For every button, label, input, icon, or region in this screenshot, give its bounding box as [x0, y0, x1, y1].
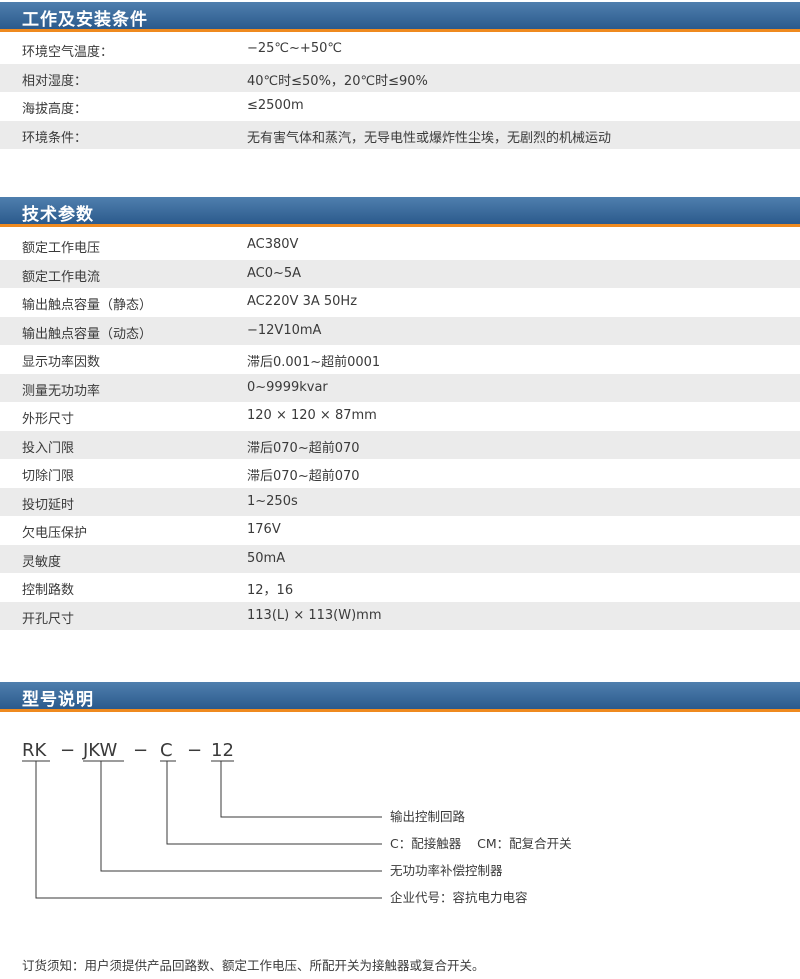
code-separator: −: [133, 740, 148, 761]
code-part-12: 12: [211, 740, 234, 761]
param-label: 海拔高度：: [22, 102, 88, 117]
table-row: 控制路数 12，16: [0, 573, 800, 602]
tech-table: 额定工作电压 AC380V 额定工作电流 AC0~5A 输出触点容量（静态） A…: [0, 231, 800, 630]
param-value: 113(L) × 113(W)mm: [247, 607, 382, 623]
table-row: 显示功率因数 滞后0.001~超前0001: [0, 345, 800, 374]
param-label: 环境条件：: [22, 130, 88, 146]
table-row: 测量无功功率 0~9999kvar: [0, 373, 800, 402]
param-value: ≤2500m: [247, 98, 304, 113]
param-label: 额定工作电压: [22, 241, 101, 256]
param-label: 相对湿度：: [22, 73, 88, 89]
leader-line-switch: [166, 761, 382, 845]
annotation-company-code: 企业代号：容抗电力电容: [390, 890, 528, 905]
table-row: 外形尺寸 120 × 120 × 87mm: [0, 402, 800, 431]
leader-line-company: [35, 761, 382, 899]
table-row: 投入门限 滞后070~超前070: [0, 430, 800, 459]
code-part-jkw: JKW: [82, 740, 117, 761]
param-label: 开孔尺寸: [22, 611, 75, 627]
param-value: 1~250s: [247, 493, 298, 509]
param-value: AC0~5A: [247, 265, 302, 281]
section-title-env: 工作及安装条件: [22, 10, 148, 30]
section-header-env: 工作及安装条件: [0, 2, 800, 32]
section-title-tech: 技术参数: [22, 205, 94, 225]
table-row: 切除门限 滞后070~超前070: [0, 459, 800, 488]
param-label: 输出触点容量（静态）: [22, 298, 153, 313]
param-value: 176V: [247, 522, 281, 537]
table-row: 环境条件： 无有害气体和蒸汽，无导电性或爆炸性尘埃，无剧烈的机械运动: [0, 120, 800, 149]
param-label: 外形尺寸: [22, 412, 75, 427]
table-row: 欠电压保护 176V: [0, 516, 800, 545]
param-value: 50mA: [247, 550, 286, 566]
table-row: 灵敏度 50mA: [0, 544, 800, 573]
param-value: −25℃~+50℃: [247, 41, 342, 56]
annotation-switch-type: C：配接触器 CM：配复合开关: [390, 836, 572, 851]
table-row: 输出触点容量（静态） AC220V 3A 50Hz: [0, 288, 800, 317]
param-value: −12V10mA: [247, 322, 322, 338]
param-value: AC380V: [247, 237, 299, 252]
param-value: 无有害气体和蒸汽，无导电性或爆炸性尘埃，无剧烈的机械运动: [247, 130, 612, 146]
table-row: 相对湿度： 40℃时≤50%，20℃时≤90%: [0, 63, 800, 92]
param-label: 投切延时: [22, 497, 75, 513]
env-table: 环境空气温度： −25℃~+50℃ 相对湿度： 40℃时≤50%，20℃时≤90…: [0, 35, 800, 149]
param-value: AC220V 3A 50Hz: [247, 294, 358, 309]
param-value: 40℃时≤50%，20℃时≤90%: [247, 73, 428, 89]
section-header-tech: 技术参数: [0, 197, 800, 227]
annotation-output-circuit: 输出控制回路: [390, 809, 466, 824]
param-label: 环境空气温度：: [22, 45, 114, 60]
param-value: 滞后070~超前070: [247, 440, 360, 456]
param-value: 0~9999kvar: [247, 379, 328, 395]
param-label: 输出触点容量（动态）: [22, 326, 153, 342]
table-row: 额定工作电压 AC380V: [0, 231, 800, 260]
param-label: 切除门限: [22, 469, 75, 484]
code-separator: −: [187, 740, 202, 761]
annotation-controller: 无功功率补偿控制器: [390, 863, 503, 878]
param-value: 滞后070~超前070: [247, 469, 360, 484]
code-part-c: C: [160, 740, 173, 761]
table-row: 输出触点容量（动态） −12V10mA: [0, 316, 800, 345]
code-part-rk: RK: [22, 740, 48, 761]
param-label: 投入门限: [22, 440, 75, 456]
param-label: 显示功率因数: [22, 355, 101, 370]
param-label: 欠电压保护: [22, 526, 88, 541]
leader-line-output: [220, 761, 382, 818]
param-label: 额定工作电流: [22, 269, 101, 285]
param-value: 12，16: [247, 583, 294, 598]
section-title-model: 型号说明: [22, 690, 94, 710]
param-value: 滞后0.001~超前0001: [247, 355, 381, 370]
param-label: 控制路数: [22, 583, 75, 598]
order-notice: 订货须知：用户须提供产品回路数、额定工作电压、所配开关为接触器或复合开关。: [22, 958, 485, 973]
table-row: 额定工作电流 AC0~5A: [0, 259, 800, 288]
param-label: 测量无功功率: [22, 383, 101, 399]
param-value: 120 × 120 × 87mm: [247, 408, 377, 423]
table-row: 环境空气温度： −25℃~+50℃: [0, 35, 800, 64]
table-row: 开孔尺寸 113(L) × 113(W)mm: [0, 601, 800, 630]
table-row: 海拔高度： ≤2500m: [0, 92, 800, 121]
section-header-model: 型号说明: [0, 682, 800, 712]
model-code-diagram: RK − JKW − C − 12 输出控制回路 C：配接触器 CM：配复合开关…: [22, 740, 572, 905]
param-label: 灵敏度: [22, 554, 62, 570]
leader-line-controller: [100, 761, 382, 872]
table-row: 投切延时 1~250s: [0, 487, 800, 516]
code-separator: −: [60, 740, 75, 761]
